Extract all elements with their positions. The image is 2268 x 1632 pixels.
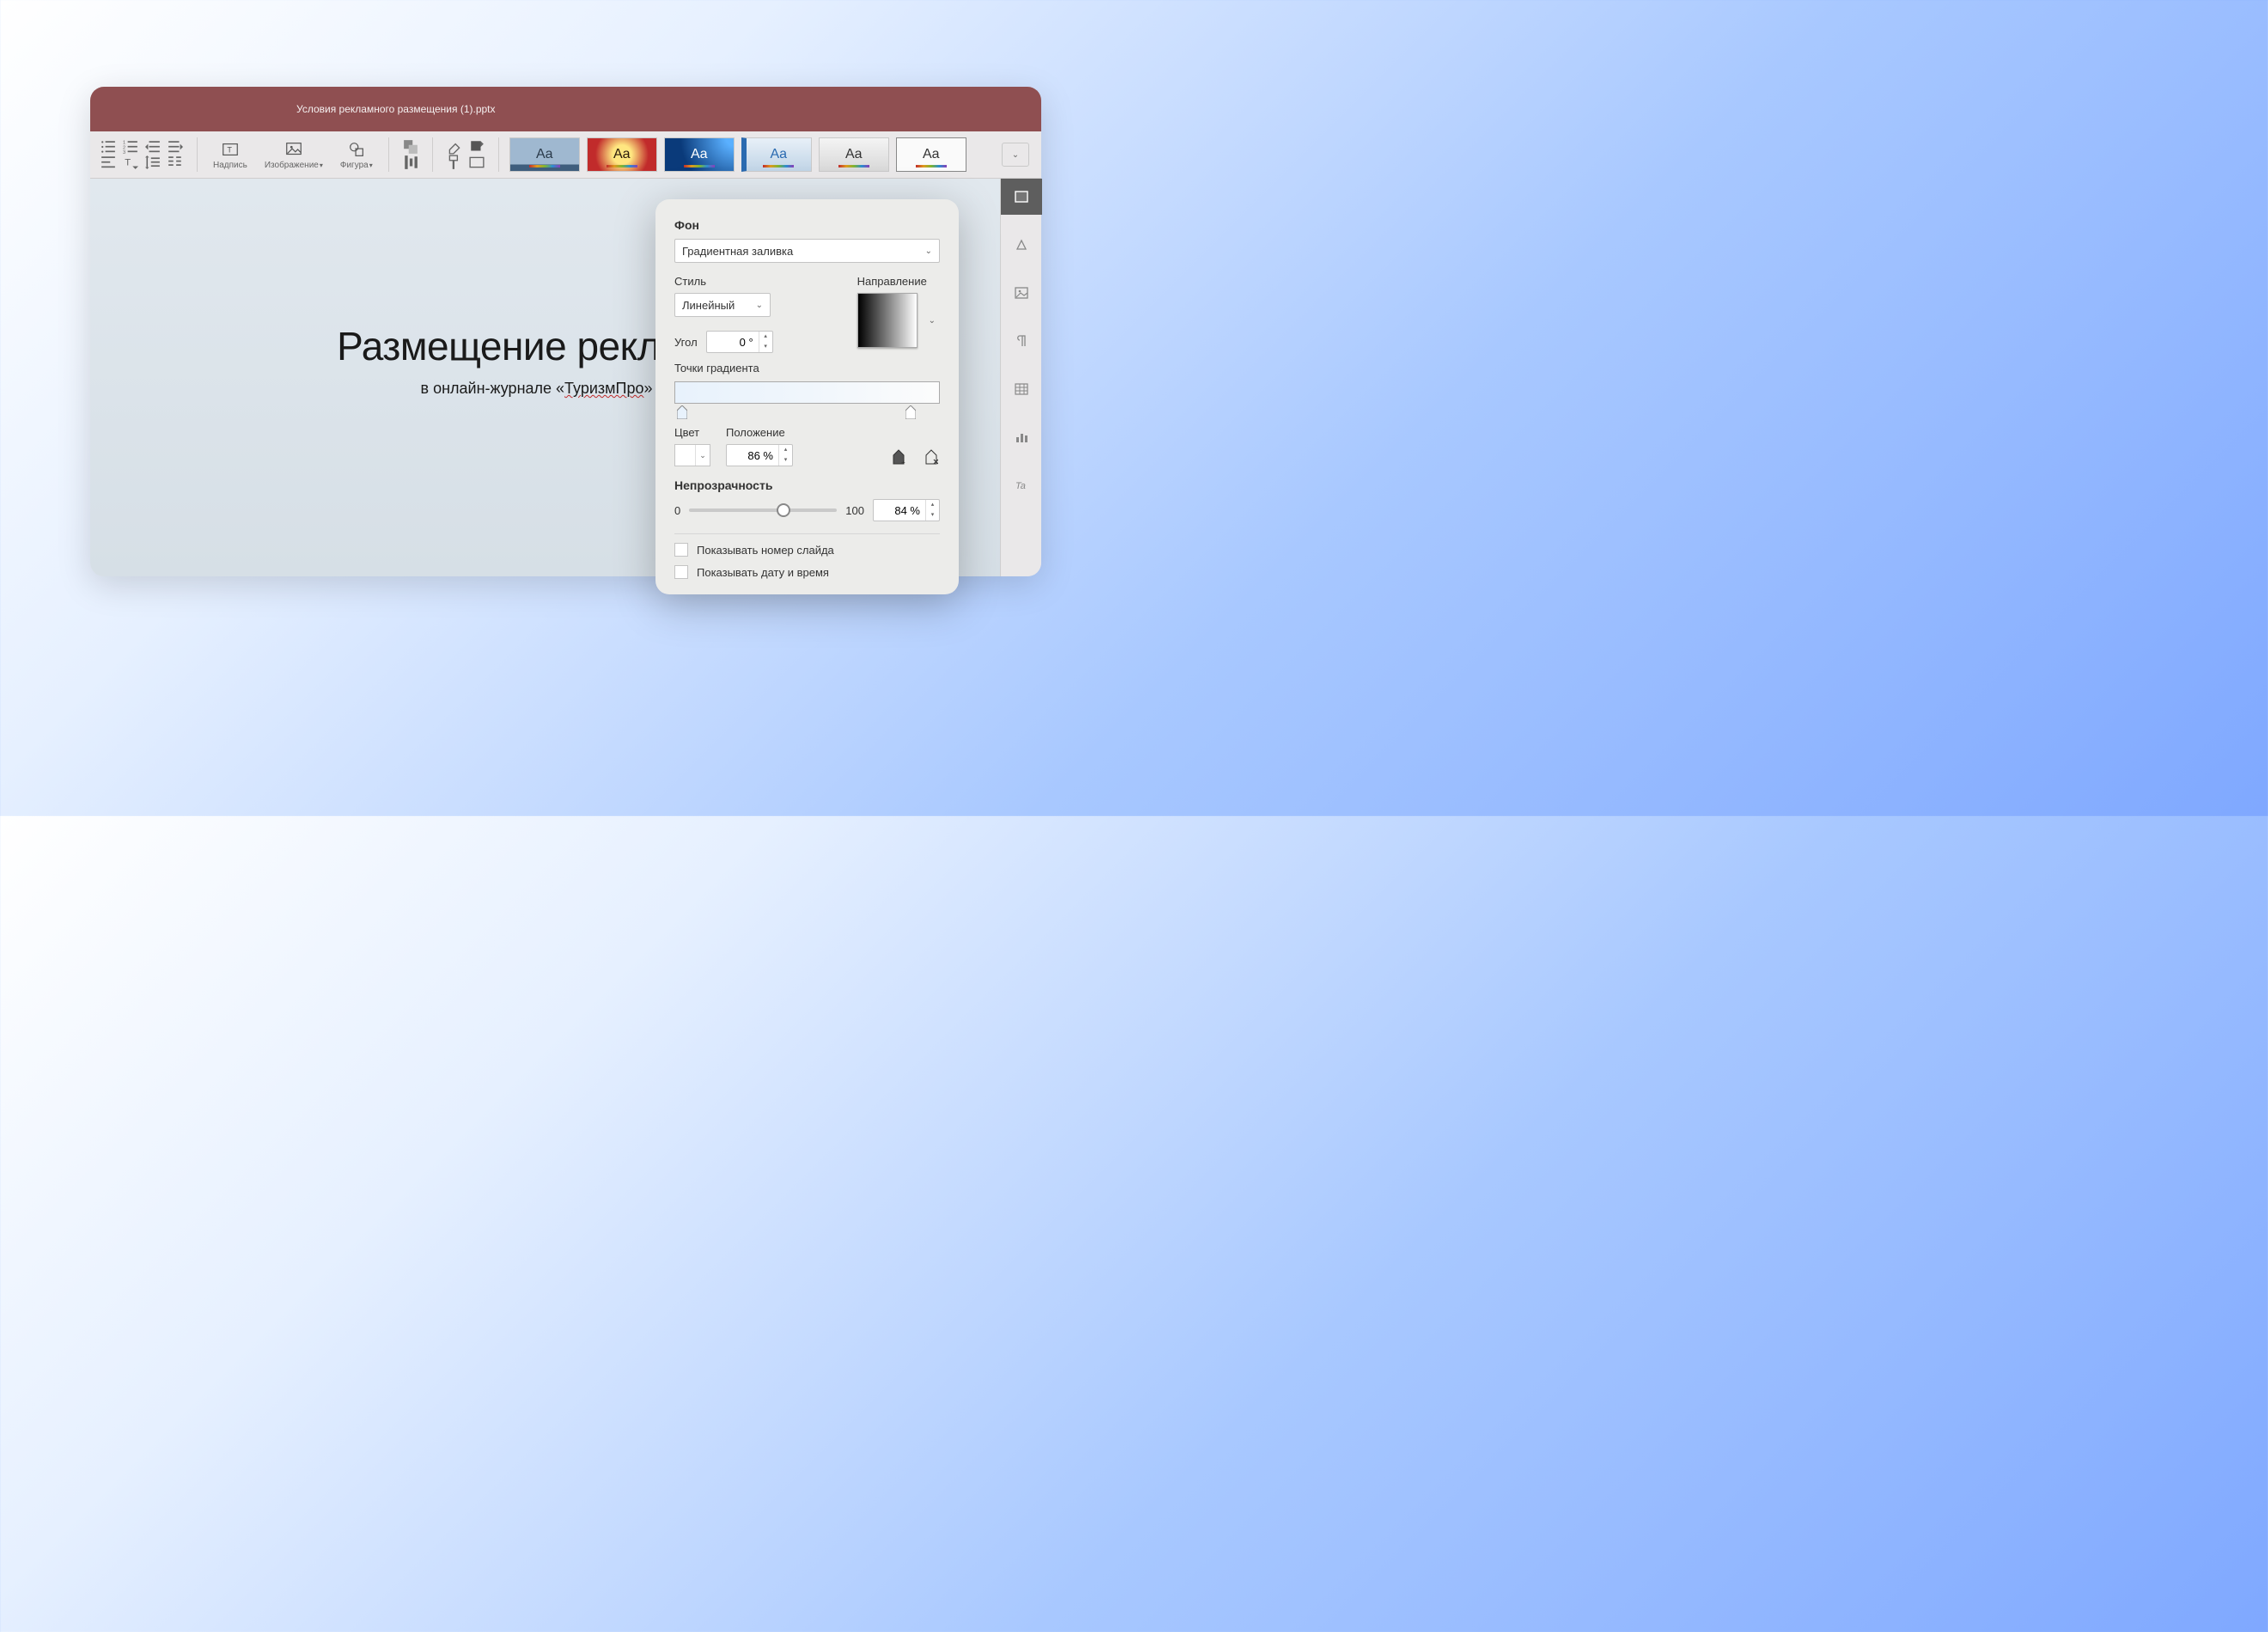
decrease-indent-icon[interactable] <box>145 140 161 154</box>
position-spinner[interactable]: ▴▾ <box>726 444 793 466</box>
fill-color-icon[interactable] <box>469 140 485 154</box>
toolbar: 123 T T Надпись Изображение▾ Фигура▾ <box>90 131 1041 179</box>
style-select[interactable]: Линейный ⌄ <box>674 293 771 317</box>
theme-thumbnail-5[interactable]: Aa <box>819 137 889 172</box>
list-alignment-group: 123 T <box>97 140 186 169</box>
eraser-icon[interactable] <box>447 140 462 154</box>
angle-down[interactable]: ▾ <box>759 342 772 352</box>
slide-size-icon[interactable] <box>469 155 485 169</box>
slide-subtitle: в онлайн-журнале «ТуризмПро» <box>421 380 653 398</box>
columns-icon[interactable] <box>168 155 183 169</box>
insert-textbox-button[interactable]: T Надпись <box>208 140 253 170</box>
numbered-list-icon[interactable]: 123 <box>123 140 138 154</box>
gradient-stop-1[interactable] <box>677 405 687 419</box>
remove-stop-icon[interactable] <box>923 448 940 466</box>
paragraph-settings-tab[interactable] <box>1001 323 1042 359</box>
opacity-down[interactable]: ▾ <box>926 510 939 521</box>
shape-icon <box>347 140 366 159</box>
chart-settings-tab[interactable] <box>1001 419 1042 455</box>
theme-thumbnail-6[interactable]: Aa <box>896 137 966 172</box>
position-label: Положение <box>726 426 793 439</box>
background-settings-panel: Фон Градиентная заливка ⌄ Стиль Линейный… <box>655 199 959 594</box>
show-datetime-checkbox[interactable] <box>674 565 688 579</box>
shape-settings-tab[interactable] <box>1001 227 1042 263</box>
gradient-preview[interactable] <box>674 381 940 404</box>
gradient-stops-track[interactable] <box>674 405 940 421</box>
image-settings-tab[interactable] <box>1001 275 1042 311</box>
right-sidebar: Ta <box>1000 179 1041 576</box>
angle-input[interactable] <box>707 336 759 349</box>
table-settings-tab[interactable] <box>1001 371 1042 407</box>
increase-indent-icon[interactable] <box>168 140 183 154</box>
opacity-input[interactable] <box>874 504 925 517</box>
color-label: Цвет <box>674 426 710 439</box>
add-stop-icon[interactable]: + <box>890 448 907 466</box>
style-label: Стиль <box>674 275 842 288</box>
show-slide-number-label: Показывать номер слайда <box>697 544 834 557</box>
theme-thumbnail-3[interactable]: Aa <box>664 137 735 172</box>
align-objects-icon[interactable] <box>403 155 418 169</box>
fill-type-select[interactable]: Градиентная заливка ⌄ <box>674 239 940 263</box>
position-down[interactable]: ▾ <box>779 455 792 466</box>
theme-thumbnail-1[interactable]: Aa <box>509 137 580 172</box>
show-datetime-label: Показывать дату и время <box>697 566 829 579</box>
chevron-down-icon: ⌄ <box>756 301 763 310</box>
svg-text:Ta: Ta <box>1015 481 1026 491</box>
opacity-min: 0 <box>674 504 680 517</box>
opacity-label: Непрозрачность <box>674 478 940 492</box>
angle-label: Угол <box>674 336 698 349</box>
slide-settings-tab[interactable] <box>1001 179 1042 215</box>
themes-dropdown-icon[interactable]: ⌄ <box>1002 143 1029 167</box>
show-slide-number-checkbox[interactable] <box>674 543 688 557</box>
angle-up[interactable]: ▴ <box>759 332 772 342</box>
gradient-stop-2[interactable] <box>905 405 916 419</box>
insert-shape-button[interactable]: Фигура▾ <box>335 140 378 170</box>
align-left-icon[interactable] <box>101 155 116 169</box>
stops-label: Точки градиента <box>674 362 940 375</box>
bullet-list-icon[interactable] <box>101 140 116 154</box>
direction-dropdown-icon[interactable]: ⌄ <box>924 312 940 330</box>
position-input[interactable] <box>727 449 778 462</box>
direction-preview[interactable] <box>857 293 918 348</box>
window-title: Условия рекламного размещения (1).pptx <box>296 103 496 115</box>
opacity-slider-thumb[interactable] <box>777 503 790 517</box>
textart-settings-tab[interactable]: Ta <box>1001 467 1042 503</box>
format-painter-icon[interactable] <box>447 155 462 169</box>
svg-text:T: T <box>125 157 131 167</box>
svg-text:+: + <box>901 459 905 466</box>
opacity-slider[interactable] <box>689 508 837 512</box>
theme-thumbnail-2[interactable]: Aa <box>587 137 657 172</box>
image-icon <box>284 140 303 159</box>
insert-image-button[interactable]: Изображение▾ <box>259 140 328 170</box>
arrange-icon[interactable] <box>403 140 418 154</box>
arrange-group <box>399 140 422 169</box>
titlebar: Условия рекламного размещения (1).pptx <box>90 87 1041 131</box>
position-up[interactable]: ▴ <box>779 445 792 455</box>
panel-heading: Фон <box>674 218 940 232</box>
line-spacing-icon[interactable] <box>145 155 161 169</box>
direction-label: Направление <box>857 275 940 288</box>
text-direction-icon[interactable]: T <box>123 155 138 169</box>
paint-group <box>443 140 488 169</box>
textbox-icon: T <box>221 140 240 159</box>
theme-thumbnail-4[interactable]: Aa <box>741 137 812 172</box>
svg-text:T: T <box>227 145 232 154</box>
chevron-down-icon: ⌄ <box>925 247 932 256</box>
opacity-spinner[interactable]: ▴▾ <box>873 499 940 521</box>
opacity-max: 100 <box>845 504 864 517</box>
stop-color-picker[interactable]: ⌄ <box>674 444 710 466</box>
angle-spinner[interactable]: ▴▾ <box>706 331 773 353</box>
opacity-up[interactable]: ▴ <box>926 500 939 510</box>
